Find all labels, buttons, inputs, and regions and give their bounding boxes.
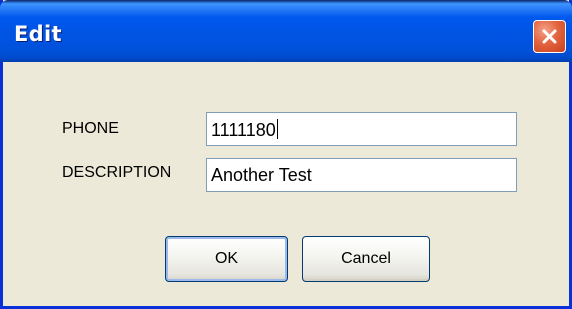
phone-label: PHONE bbox=[62, 120, 119, 137]
dialog-title: Edit bbox=[14, 22, 62, 46]
ok-button[interactable]: OK bbox=[165, 236, 288, 282]
cancel-button-label: Cancel bbox=[341, 250, 391, 267]
ok-button-label: OK bbox=[214, 250, 239, 267]
dialog-content: PHONE 1111180 DESCRIPTION Another Test O… bbox=[3, 62, 569, 306]
title-bar[interactable]: Edit bbox=[0, 0, 572, 62]
phone-field[interactable]: 1111180 bbox=[206, 112, 517, 146]
edit-dialog: Edit PHONE 1111180 DESCRIPTION Another T… bbox=[0, 0, 572, 309]
close-icon bbox=[542, 29, 557, 44]
text-caret bbox=[276, 119, 278, 139]
description-label: DESCRIPTION bbox=[62, 164, 172, 181]
phone-value: 1111180 bbox=[211, 120, 276, 140]
close-button[interactable] bbox=[533, 20, 566, 53]
description-value: Another Test bbox=[211, 165, 312, 185]
description-field[interactable]: Another Test bbox=[206, 158, 517, 192]
cancel-button[interactable]: Cancel bbox=[302, 236, 430, 282]
